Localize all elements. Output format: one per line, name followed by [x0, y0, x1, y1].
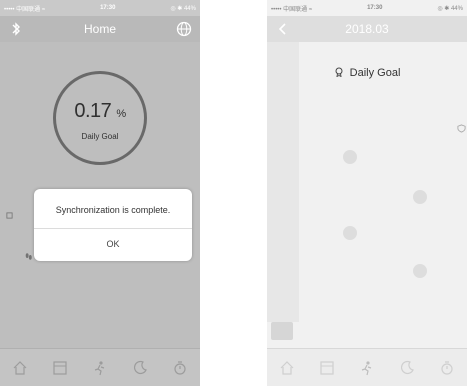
shield-icon — [457, 124, 466, 135]
shield-icon-row — [457, 124, 466, 135]
goal-heading: Daily Goal — [267, 67, 467, 79]
carrier: ••••• 中国联通 ≈ — [4, 6, 46, 13]
tab-sport[interactable] — [353, 351, 381, 385]
left-edge-icon — [6, 212, 13, 221]
stat-row — [413, 190, 427, 204]
stat-row — [413, 264, 427, 278]
tab-sleep[interactable] — [126, 351, 154, 385]
tab-data[interactable] — [313, 351, 341, 385]
sync-dialog: Synchronization is complete. OK — [34, 189, 192, 261]
page-title: Home — [83, 22, 116, 36]
settings-icon — [441, 360, 453, 375]
time-icon — [413, 264, 427, 278]
status-bar: ••••• 中国联通 ≈ 17:30 ◎ ✱ 44% — [267, 0, 467, 16]
tab-sleep[interactable] — [393, 351, 421, 385]
data-icon — [320, 360, 334, 375]
side-panel — [267, 42, 299, 322]
thumbnail[interactable] — [271, 322, 293, 340]
goal-detail-screen: ••••• 中国联通 ≈ 17:30 ◎ ✱ 44% 2018.03 Daily… — [267, 0, 467, 386]
globe-icon[interactable] — [176, 21, 192, 37]
tab-home[interactable] — [6, 351, 34, 385]
nav-bar: 2018.03 — [267, 16, 467, 42]
tab-bar — [0, 348, 200, 386]
bluetooth-icon[interactable] — [8, 21, 24, 37]
ok-button[interactable]: OK — [34, 228, 192, 261]
tab-settings[interactable] — [166, 351, 194, 385]
nav-bar: Home — [0, 16, 200, 42]
home-icon — [280, 360, 294, 375]
sport-icon — [361, 360, 372, 375]
sleep-icon — [400, 360, 414, 374]
sleep-icon — [133, 360, 147, 374]
award-icon — [334, 67, 347, 79]
home-screen: ••••• 中国联通 ≈ 17:30 ◎ ✱ 44% Home 0.17 % D… — [0, 0, 200, 386]
sport-icon — [94, 360, 105, 375]
distance-icon — [413, 190, 427, 204]
tab-settings[interactable] — [433, 351, 461, 385]
battery: ◎ ✱ 44% — [170, 5, 196, 12]
tab-bar — [267, 348, 467, 386]
back-chevron-icon[interactable] — [275, 21, 291, 37]
dialog-message: Synchronization is complete. — [55, 205, 171, 215]
calorie-icon — [343, 226, 357, 240]
carrier: ••••• 中国联通 ≈ — [271, 6, 313, 13]
stat-row — [343, 226, 357, 240]
tab-home[interactable] — [273, 351, 301, 385]
tab-data[interactable] — [46, 351, 74, 385]
stat-row — [343, 150, 357, 164]
battery: ◎ ✱ 44% — [437, 5, 463, 12]
settings-icon — [174, 360, 186, 375]
clock: 17:30 — [100, 5, 116, 11]
goal-heading-label: Daily Goal — [349, 67, 401, 79]
status-bar: ••••• 中国联通 ≈ 17:30 ◎ ✱ 44% — [0, 0, 200, 16]
tab-sport[interactable] — [86, 351, 114, 385]
page-title: 2018.03 — [345, 22, 389, 36]
clock: 17:30 — [367, 5, 383, 11]
data-icon — [53, 360, 67, 375]
home-icon — [13, 360, 27, 375]
steps-icon — [343, 150, 357, 164]
